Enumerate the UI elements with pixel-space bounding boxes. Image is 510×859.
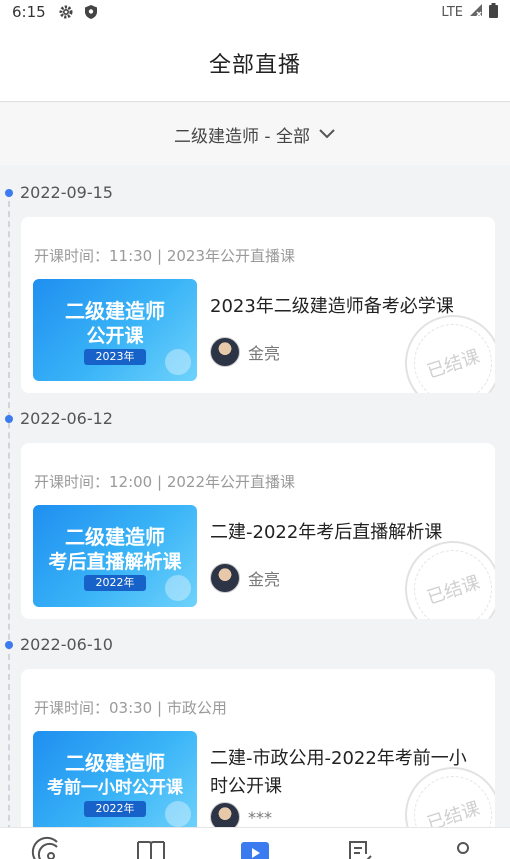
course-meta: 开课时间：11:30 | 2023年公开直播课: [34, 247, 295, 265]
group-date: 2022-06-12: [20, 409, 113, 428]
live-signal-icon[interactable]: [27, 836, 67, 859]
thumb-year: 2022年: [84, 575, 146, 591]
teacher-info: 金亮: [210, 563, 280, 593]
teacher-avatar: [210, 802, 240, 827]
gear-icon: [58, 4, 74, 20]
thumb-line2: 考前一小时公开课: [47, 778, 183, 798]
live-timeline[interactable]: 2022-09-15 开课时间：11:30 | 2023年公开直播课 二级建造师…: [0, 165, 510, 827]
signal-icon: [469, 3, 483, 21]
course-meta: 开课时间：03:30 | 市政公用: [34, 699, 227, 717]
chevron-down-icon: [318, 128, 336, 140]
status-time: 6:15: [12, 3, 46, 21]
teacher-avatar: [210, 337, 240, 367]
filter-label: 二级建造师 - 全部: [174, 126, 310, 147]
thumb-decoration: [165, 349, 191, 375]
battery-icon: [489, 2, 498, 22]
video-play-icon[interactable]: [235, 836, 275, 859]
course-meta: 开课时间：12:00 | 2022年公开直播课: [34, 473, 295, 491]
profile-icon[interactable]: [443, 836, 483, 859]
course-card[interactable]: 开课时间：12:00 | 2022年公开直播课 二级建造师 考后直播解析课 20…: [21, 443, 495, 619]
thumb-decoration: [165, 575, 191, 601]
notes-edit-icon[interactable]: [339, 836, 379, 859]
course-card[interactable]: 开课时间：03:30 | 市政公用 二级建造师 考前一小时公开课 2022年 二…: [21, 669, 495, 827]
book-icon[interactable]: [131, 836, 171, 859]
thumb-year: 2022年: [84, 801, 146, 817]
category-filter[interactable]: 二级建造师 - 全部: [0, 103, 510, 165]
status-right: LTE: [441, 2, 498, 22]
timeline-dot: [5, 189, 13, 197]
thumb-line1: 二级建造师: [65, 525, 165, 549]
teacher-name: 金亮: [248, 570, 281, 589]
thumb-line2: 考后直播解析课: [48, 551, 182, 573]
app-header: 全部直播: [0, 24, 510, 102]
shield-icon: [84, 4, 98, 20]
stamp-text: 已结课: [403, 539, 495, 619]
course-thumbnail[interactable]: 二级建造师 考后直播解析课 2022年: [33, 505, 197, 607]
stamp-text: 已结课: [403, 313, 495, 393]
timeline-dot: [5, 641, 13, 649]
timeline-dot: [5, 415, 13, 423]
teacher-name: ***: [248, 807, 272, 827]
status-bar: 6:15 LTE: [0, 0, 510, 24]
course-thumbnail[interactable]: 二级建造师 公开课 2023年: [33, 279, 197, 381]
thumb-year: 2023年: [84, 349, 146, 365]
teacher-info: ***: [210, 802, 272, 827]
teacher-avatar: [210, 563, 240, 593]
thumb-line1: 二级建造师: [65, 299, 165, 323]
course-thumbnail[interactable]: 二级建造师 考前一小时公开课 2022年: [33, 731, 197, 827]
group-date: 2022-06-10: [20, 635, 113, 654]
thumb-decoration: [165, 801, 191, 827]
bottom-nav: [0, 827, 510, 859]
thumb-line1: 二级建造师: [65, 751, 165, 775]
group-date: 2022-09-15: [20, 183, 113, 202]
page-title: 全部直播: [208, 52, 301, 78]
teacher-info: 金亮: [210, 337, 280, 367]
timeline-line: [8, 191, 10, 827]
thumb-line2: 公开课: [86, 325, 144, 347]
course-card[interactable]: 开课时间：11:30 | 2023年公开直播课 二级建造师 公开课 2023年 …: [21, 217, 495, 393]
network-type: LTE: [441, 4, 463, 20]
teacher-name: 金亮: [248, 344, 281, 363]
